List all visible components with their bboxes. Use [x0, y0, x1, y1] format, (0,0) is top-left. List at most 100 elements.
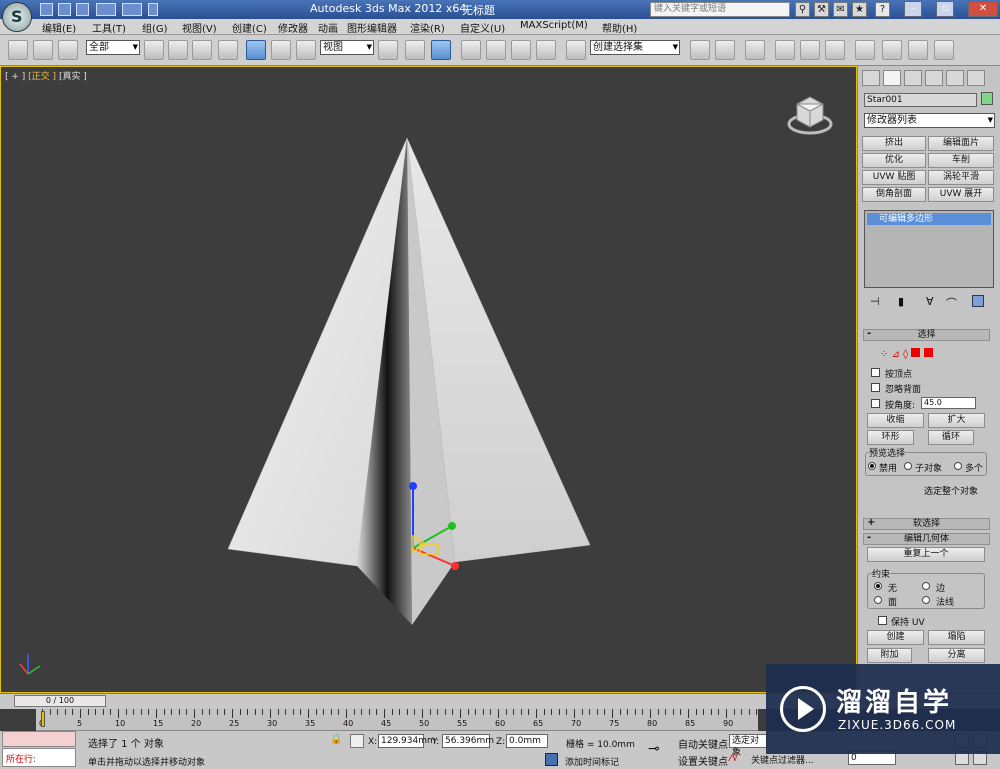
- rollout-selection-header[interactable]: - 选择: [863, 329, 990, 341]
- constraint-face-radio[interactable]: [874, 596, 882, 604]
- motion-tab-icon[interactable]: [925, 70, 943, 86]
- selection-filter-dropdown[interactable]: 全部: [86, 40, 140, 55]
- render-setup-icon[interactable]: [882, 40, 902, 60]
- app-logo-icon[interactable]: S: [2, 2, 32, 32]
- collapse-button[interactable]: 塌陷: [928, 630, 985, 645]
- render-production-icon[interactable]: [934, 40, 954, 60]
- x-coord-field[interactable]: 129.934mm: [378, 734, 436, 748]
- unlink-icon[interactable]: [33, 40, 53, 60]
- set-key-icon[interactable]: ⊸: [648, 741, 672, 757]
- menu-graph-editors[interactable]: 图形编辑器: [347, 20, 397, 35]
- time-tag-icon[interactable]: [545, 753, 558, 766]
- select-object-icon[interactable]: [144, 40, 164, 60]
- constraint-normal-radio[interactable]: [922, 596, 930, 604]
- hierarchy-tab-icon[interactable]: [904, 70, 922, 86]
- ignore-backfacing-checkbox[interactable]: [871, 383, 880, 392]
- menu-edit[interactable]: 编辑(E): [42, 20, 76, 35]
- menu-group[interactable]: 组(G): [142, 20, 168, 35]
- by-angle-checkbox[interactable]: [871, 399, 880, 408]
- absolute-mode-icon[interactable]: [350, 734, 364, 748]
- help-icon[interactable]: ?: [875, 2, 890, 17]
- binoculars-icon[interactable]: ⚲: [795, 2, 810, 17]
- paper-pyramid-object[interactable]: [227, 137, 591, 625]
- communication-icon[interactable]: ✉: [833, 2, 848, 17]
- preview-multi-radio[interactable]: [954, 462, 962, 470]
- modifier-stack[interactable]: 可编辑多边形: [864, 210, 994, 288]
- favorites-icon[interactable]: ★: [852, 2, 867, 17]
- object-color-swatch[interactable]: [981, 92, 993, 105]
- create-button[interactable]: 创建: [867, 630, 924, 645]
- attach-button[interactable]: 附加: [867, 648, 912, 663]
- edit-named-selection-icon[interactable]: [566, 40, 586, 60]
- menu-animation[interactable]: 动画: [318, 20, 338, 35]
- schematic-view-icon[interactable]: [825, 40, 845, 60]
- make-unique-icon[interactable]: ∀: [926, 295, 940, 308]
- track-bar[interactable]: 051015202530354045505560657075808590: [36, 709, 758, 731]
- window-crossing-icon[interactable]: [218, 40, 238, 60]
- maximize-button[interactable]: ▫: [936, 1, 954, 17]
- rectangular-selection-icon[interactable]: [192, 40, 212, 60]
- save-icon[interactable]: [76, 3, 89, 16]
- reference-coordinate-dropdown[interactable]: 视图: [320, 40, 374, 55]
- time-slider[interactable]: 0 / 100: [14, 695, 106, 707]
- select-manipulate-icon[interactable]: [405, 40, 425, 60]
- snaps-toggle-icon[interactable]: [461, 40, 481, 60]
- close-button[interactable]: ✕: [968, 1, 998, 17]
- select-and-rotate-icon[interactable]: [271, 40, 291, 60]
- pivot-center-icon[interactable]: [378, 40, 398, 60]
- pin-stack-icon[interactable]: ⊣: [870, 295, 880, 308]
- rollout-edit-geometry-header[interactable]: - 编辑几何体: [863, 533, 990, 545]
- material-editor-icon[interactable]: [855, 40, 875, 60]
- undo-icon[interactable]: [96, 3, 116, 16]
- display-tab-icon[interactable]: [946, 70, 964, 86]
- constraint-edge-radio[interactable]: [922, 582, 930, 590]
- angle-snap-icon[interactable]: [486, 40, 506, 60]
- select-and-move-icon[interactable]: [246, 40, 266, 60]
- keyboard-shortcut-override-icon[interactable]: [431, 40, 451, 60]
- utilities-tab-icon[interactable]: [967, 70, 985, 86]
- select-and-scale-icon[interactable]: [296, 40, 316, 60]
- named-selection-dropdown[interactable]: 创建选择集: [590, 40, 680, 55]
- shrink-button[interactable]: 收缩: [867, 413, 924, 428]
- curve-editor-icon[interactable]: [800, 40, 820, 60]
- mod-button-optimize[interactable]: 优化: [862, 153, 926, 168]
- quick-access-dropdown-icon[interactable]: [148, 3, 158, 16]
- preview-off-radio[interactable]: [868, 462, 876, 470]
- menu-help[interactable]: 帮助(H): [602, 20, 637, 35]
- percent-snap-icon[interactable]: [511, 40, 531, 60]
- modifier-list-dropdown[interactable]: 修改器列表: [864, 113, 995, 128]
- preserve-uv-checkbox[interactable]: [878, 616, 887, 625]
- new-file-icon[interactable]: [40, 3, 53, 16]
- set-key-button[interactable]: 设置关键点: [678, 753, 728, 768]
- create-tab-icon[interactable]: [862, 70, 880, 86]
- mod-button-uvw-map[interactable]: UVW 贴图: [862, 170, 926, 185]
- remove-modifier-icon[interactable]: ⌒: [946, 295, 957, 310]
- menu-create[interactable]: 创建(C): [232, 20, 267, 35]
- subobject-level-icons[interactable]: ⁘ ⊿ ◊: [880, 347, 970, 361]
- subscription-icon[interactable]: ⚒: [814, 2, 829, 17]
- y-coord-field[interactable]: 56.396mm: [442, 734, 494, 748]
- mod-button-extrude[interactable]: 挤出: [862, 136, 926, 151]
- by-vertex-checkbox[interactable]: [871, 368, 880, 377]
- spinner-snap-icon[interactable]: [536, 40, 556, 60]
- angle-value-field[interactable]: 45.0: [921, 397, 976, 409]
- ring-button[interactable]: 环形: [867, 430, 914, 445]
- preview-subobject-radio[interactable]: [904, 462, 912, 470]
- menu-rendering[interactable]: 渲染(R): [410, 20, 445, 35]
- stack-item-editable-poly[interactable]: 可编辑多边形: [867, 213, 991, 225]
- maxscript-listener[interactable]: [2, 731, 76, 747]
- rollout-soft-selection-header[interactable]: + 软选择: [863, 518, 990, 530]
- menu-modifiers[interactable]: 修改器: [278, 20, 308, 35]
- mod-button-bevel-profile[interactable]: 倒角剖面: [862, 187, 926, 202]
- show-end-result-icon[interactable]: ▮: [898, 295, 908, 308]
- object-name-field[interactable]: Star001: [864, 93, 977, 107]
- key-filters-button[interactable]: 关键点过滤器...: [751, 753, 814, 766]
- menu-views[interactable]: 视图(V): [182, 20, 217, 35]
- mirror-icon[interactable]: [690, 40, 710, 60]
- modify-tab-icon[interactable]: [883, 70, 901, 86]
- bind-space-warp-icon[interactable]: [58, 40, 78, 60]
- loop-button[interactable]: 循环: [928, 430, 974, 445]
- viewcube-icon[interactable]: [785, 92, 835, 138]
- key-mode-icon[interactable]: ⁄√: [730, 751, 746, 765]
- mod-button-unwrap-uvw[interactable]: UVW 展开: [928, 187, 994, 202]
